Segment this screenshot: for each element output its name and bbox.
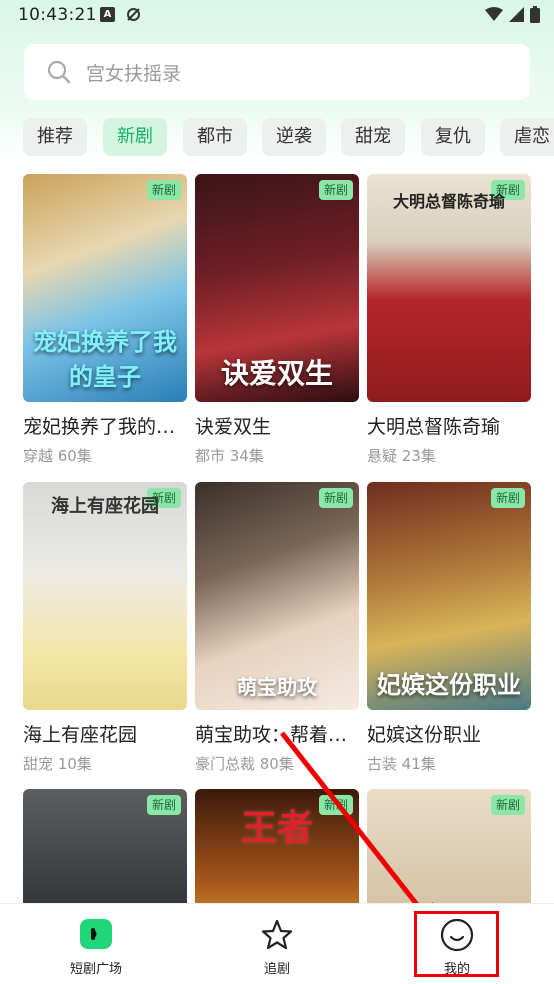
nav-label: 短剧广场	[69, 962, 122, 977]
annotation-arrow	[280, 731, 438, 931]
nav-label: 追剧	[263, 962, 290, 977]
play-square-icon	[79, 918, 113, 952]
nav-short-drama-plaza[interactable]: 短剧广场	[36, 904, 156, 984]
annotation-highlight-box	[414, 911, 499, 977]
nav-follow[interactable]: 追剧	[217, 904, 337, 984]
star-icon	[260, 918, 294, 952]
